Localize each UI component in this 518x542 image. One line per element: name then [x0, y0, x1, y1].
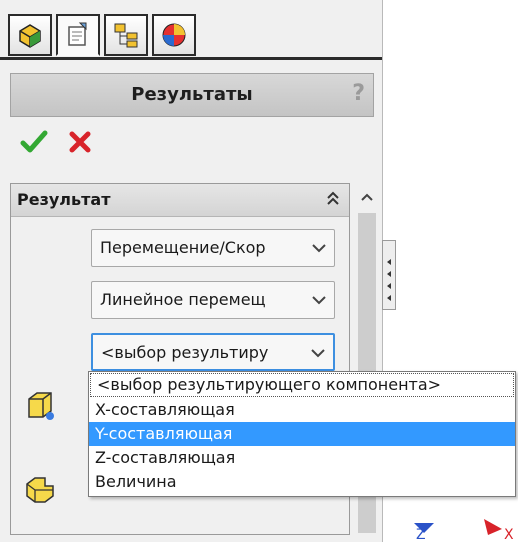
assembly-component-icon: [26, 477, 54, 503]
action-bar: [18, 122, 110, 162]
dropdown-option-selected[interactable]: Y-составляющая: [89, 422, 515, 446]
group-header[interactable]: Результат: [11, 184, 349, 217]
result-type-select[interactable]: Перемещение/Скор: [91, 229, 335, 267]
group-title: Результат: [17, 190, 111, 209]
tab-display-manager[interactable]: [152, 14, 196, 56]
dropdown-option[interactable]: X-составляющая: [89, 398, 515, 422]
triad-x-label: X: [504, 527, 514, 542]
panel-header: Результаты ?: [10, 73, 374, 117]
component-dropdown-list: <выбор результирующего компонента> X-сос…: [88, 371, 516, 497]
tab-property-manager[interactable]: [56, 14, 100, 56]
triad-z-label: Z: [416, 527, 426, 542]
page-title: Результаты: [131, 84, 253, 105]
display-manager-icon: [162, 23, 186, 47]
ok-button[interactable]: [18, 126, 50, 158]
cancel-button[interactable]: [64, 126, 96, 158]
result-subtype-value: Линейное перемещ: [100, 290, 266, 309]
scroll-up-icon[interactable]: [359, 191, 375, 203]
property-manager-icon: [68, 22, 87, 46]
result-type-value: Перемещение/Скор: [100, 238, 266, 257]
dropdown-option[interactable]: <выбор результирующего компонента>: [90, 373, 514, 397]
configuration-icon: [114, 23, 138, 48]
result-component-value: <выбор результиру: [101, 343, 269, 362]
dropdown-option[interactable]: Величина: [89, 470, 515, 494]
chevron-down-icon: [312, 296, 326, 305]
chevron-down-icon: [312, 244, 326, 253]
manager-tabs: [8, 14, 200, 58]
dropdown-option[interactable]: Z-составляющая: [89, 446, 515, 470]
checkmark-icon: [20, 130, 48, 153]
part-component-icon: [28, 392, 54, 420]
tab-feature-manager[interactable]: [8, 14, 52, 56]
collapse-icon[interactable]: [325, 188, 341, 214]
feature-tree-icon: [19, 24, 41, 48]
panel-splitter-handle[interactable]: [382, 240, 396, 310]
help-icon[interactable]: ?: [352, 81, 365, 106]
tab-divider: [0, 57, 382, 60]
chevron-down-icon: [311, 349, 325, 358]
view-triad: Z X: [414, 519, 514, 542]
tab-configuration-manager[interactable]: [104, 14, 148, 56]
close-icon: [69, 131, 91, 153]
result-component-select[interactable]: <выбор результиру: [91, 333, 335, 371]
collapse-panel-icon: [387, 259, 391, 301]
result-subtype-select[interactable]: Линейное перемещ: [91, 281, 335, 319]
